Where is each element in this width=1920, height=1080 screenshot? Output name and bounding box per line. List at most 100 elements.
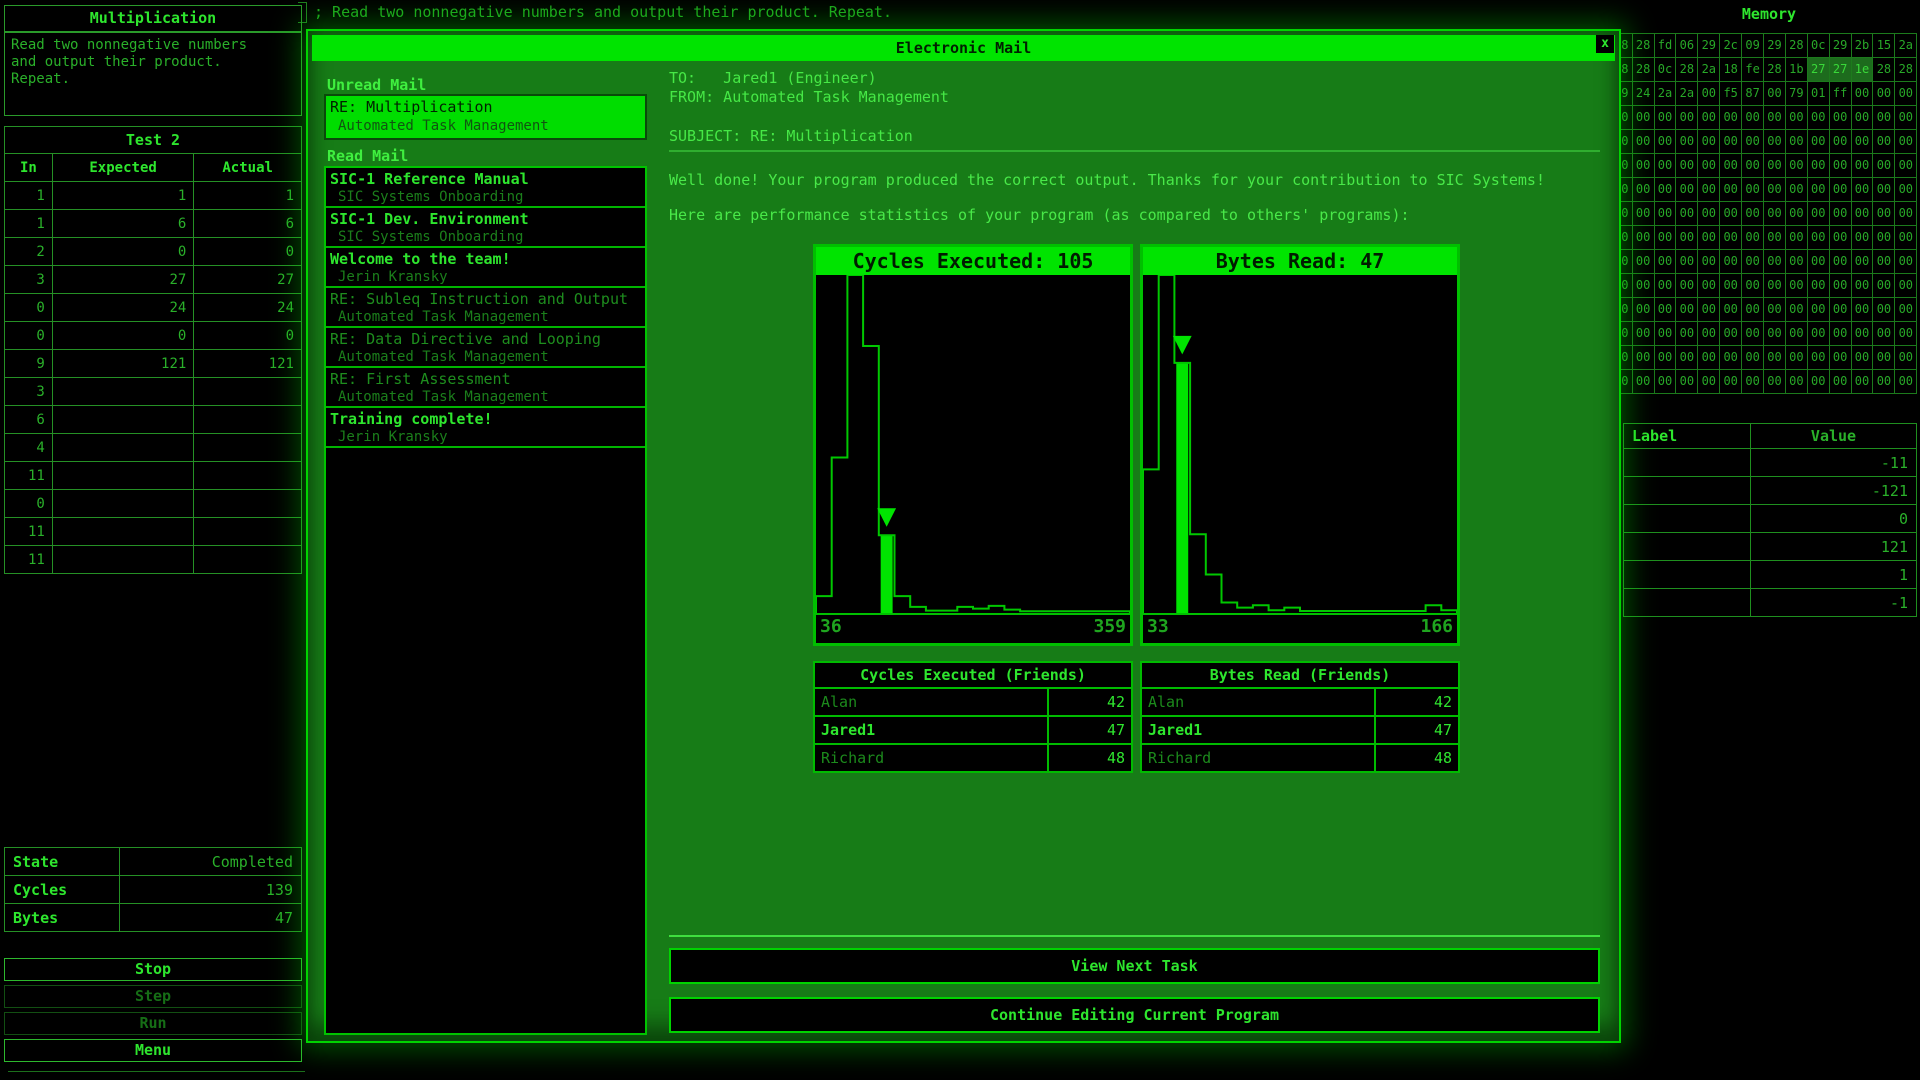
axis-min-label: 33 (1147, 616, 1169, 637)
memory-cell: f5 (1720, 82, 1743, 106)
variable-value: 1 (1750, 560, 1917, 589)
test-cell (51, 405, 195, 434)
menu-button[interactable]: Menu (4, 1039, 302, 1062)
mail-item-title: RE: Data Directive and Looping (330, 330, 601, 348)
mail-item[interactable]: SIC-1 Reference Manual SIC Systems Onboar… (326, 168, 645, 208)
variables-value-header: Value (1750, 423, 1917, 449)
memory-cell: 00 (1785, 250, 1808, 274)
friends-table-header-row: Bytes Read (Friends) (1140, 661, 1460, 689)
memory-cell: 00 (1895, 178, 1918, 202)
memory-cell: 00 (1785, 106, 1808, 130)
memory-cell: 29 (1764, 34, 1786, 58)
axis-min-label: 36 (820, 616, 842, 637)
mail-item[interactable]: Training complete! Jerin Kransky (326, 408, 645, 448)
mail-item[interactable]: SIC-1 Dev. Environment SIC Systems Onboar… (326, 208, 645, 248)
memory-cell: 00 (1873, 298, 1896, 322)
memory-cell: 00 (1895, 226, 1918, 250)
continue-editing-button[interactable]: Continue Editing Current Program (669, 997, 1600, 1033)
memory-cell: 00 (1654, 202, 1677, 226)
histogram-axis: 33 166 (1143, 615, 1457, 639)
memory-cell: 00 (1698, 178, 1721, 202)
memory-cell: 00 (1676, 322, 1699, 346)
test-table-column-header: In (4, 153, 53, 182)
memory-cell: 00 (1698, 130, 1721, 154)
status-row: Bytes 47 (4, 903, 302, 932)
memory-cell: 00 (1873, 154, 1896, 178)
mail-item-sender: Jerin Kransky (338, 429, 448, 445)
variable-value: -11 (1750, 448, 1917, 477)
histogram-svg (1143, 275, 1457, 613)
memory-cell: 2b (1851, 34, 1874, 58)
memory-cell: 00 (1873, 178, 1896, 202)
step-button: Step (4, 985, 302, 1008)
memory-cell: 00 (1873, 202, 1896, 226)
memory-cell: 27 (1829, 58, 1852, 82)
test-cell (193, 461, 302, 490)
mail-item-title: Training complete! (330, 410, 493, 428)
view-next-task-button[interactable]: View Next Task (669, 948, 1600, 984)
memory-cell: 06 (1676, 34, 1699, 58)
status-row: State Completed (4, 847, 302, 876)
mail-item-sender: Automated Task Management (338, 309, 549, 325)
memory-cell: 00 (1720, 322, 1743, 346)
memory-cell: 00 (1720, 202, 1743, 226)
memory-cell: 00 (1851, 154, 1874, 178)
test-cell (193, 545, 302, 574)
memory-cell: 00 (1720, 298, 1743, 322)
test-cell (51, 517, 195, 546)
memory-panel-title: Memory (1741, 5, 1797, 23)
memory-cell: 29 (1829, 34, 1852, 58)
mail-body-line-1: Well done! Your program produced the cor… (669, 171, 1545, 189)
friends-table-title: Bytes Read (Friends) (1140, 661, 1460, 689)
test-table-body: Test 2 In Expected Actual 1 1 1 1 6 6 2 0 0 3 27 27 0 24 2… (4, 126, 302, 574)
memory-cell: 00 (1895, 154, 1918, 178)
memory-cell: 00 (1851, 106, 1874, 130)
buttons-divider (669, 935, 1600, 937)
test-cell (193, 433, 302, 462)
mail-item[interactable]: RE: Subleq Instruction and Output Automat… (326, 288, 645, 328)
test-cell: 11 (4, 517, 53, 546)
memory-cell: 00 (1676, 346, 1699, 370)
memory-cell: 00 (1807, 274, 1830, 298)
memory-cell: 00 (1676, 130, 1699, 154)
memory-cell: 00 (1742, 178, 1765, 202)
memory-cell: 09 (1742, 34, 1765, 58)
mail-item[interactable]: Welcome to the team! Jerin Kransky (326, 248, 645, 288)
mail-item[interactable]: RE: First Assessment Automated Task Manag… (326, 368, 645, 408)
mail-item-selected[interactable]: RE: Multiplication Automated Task Manage… (324, 94, 647, 140)
test-cell: 121 (193, 349, 302, 378)
memory-cell: 00 (1807, 202, 1830, 226)
status-table: State Completed Cycles 139 Bytes 47 (4, 847, 302, 932)
stop-button[interactable]: Stop (4, 958, 302, 981)
mail-to-line: TO: Jared1 (Engineer) (669, 69, 877, 87)
friends-row: Jared1 47 (813, 715, 1133, 745)
memory-cell: 00 (1764, 298, 1786, 322)
memory-cell: 28 (1632, 58, 1655, 82)
mail-item-sender: Automated Task Management (338, 389, 549, 405)
test-row: 3 (4, 377, 302, 406)
test-cell: 4 (4, 433, 53, 462)
test-cell (51, 433, 195, 462)
test-table-column-header: Actual (193, 153, 302, 182)
status-label: Bytes (4, 903, 120, 932)
memory-cell: 00 (1632, 154, 1655, 178)
memory-cell: 00 (1807, 346, 1830, 370)
friends-row: Richard 48 (813, 743, 1133, 773)
test-cell: 9 (4, 349, 53, 378)
memory-cell: 00 (1764, 202, 1786, 226)
mail-item[interactable]: RE: Data Directive and Looping Automated … (326, 328, 645, 368)
test-cell (51, 377, 195, 406)
memory-cell: 00 (1829, 346, 1852, 370)
memory-cell: 00 (1742, 154, 1765, 178)
memory-cell: 00 (1764, 370, 1786, 394)
memory-cell: 01 (1807, 82, 1830, 106)
memory-cell: 00 (1873, 106, 1896, 130)
subject-divider (669, 150, 1600, 152)
memory-cell: 00 (1654, 298, 1677, 322)
memory-cell: 00 (1698, 370, 1721, 394)
player-marker-arrow (877, 508, 897, 527)
test-table-header-row: In Expected Actual (4, 153, 302, 182)
memory-cell: 00 (1720, 106, 1743, 130)
variable-value: 121 (1750, 532, 1917, 561)
axis-max-label: 166 (1420, 616, 1453, 637)
